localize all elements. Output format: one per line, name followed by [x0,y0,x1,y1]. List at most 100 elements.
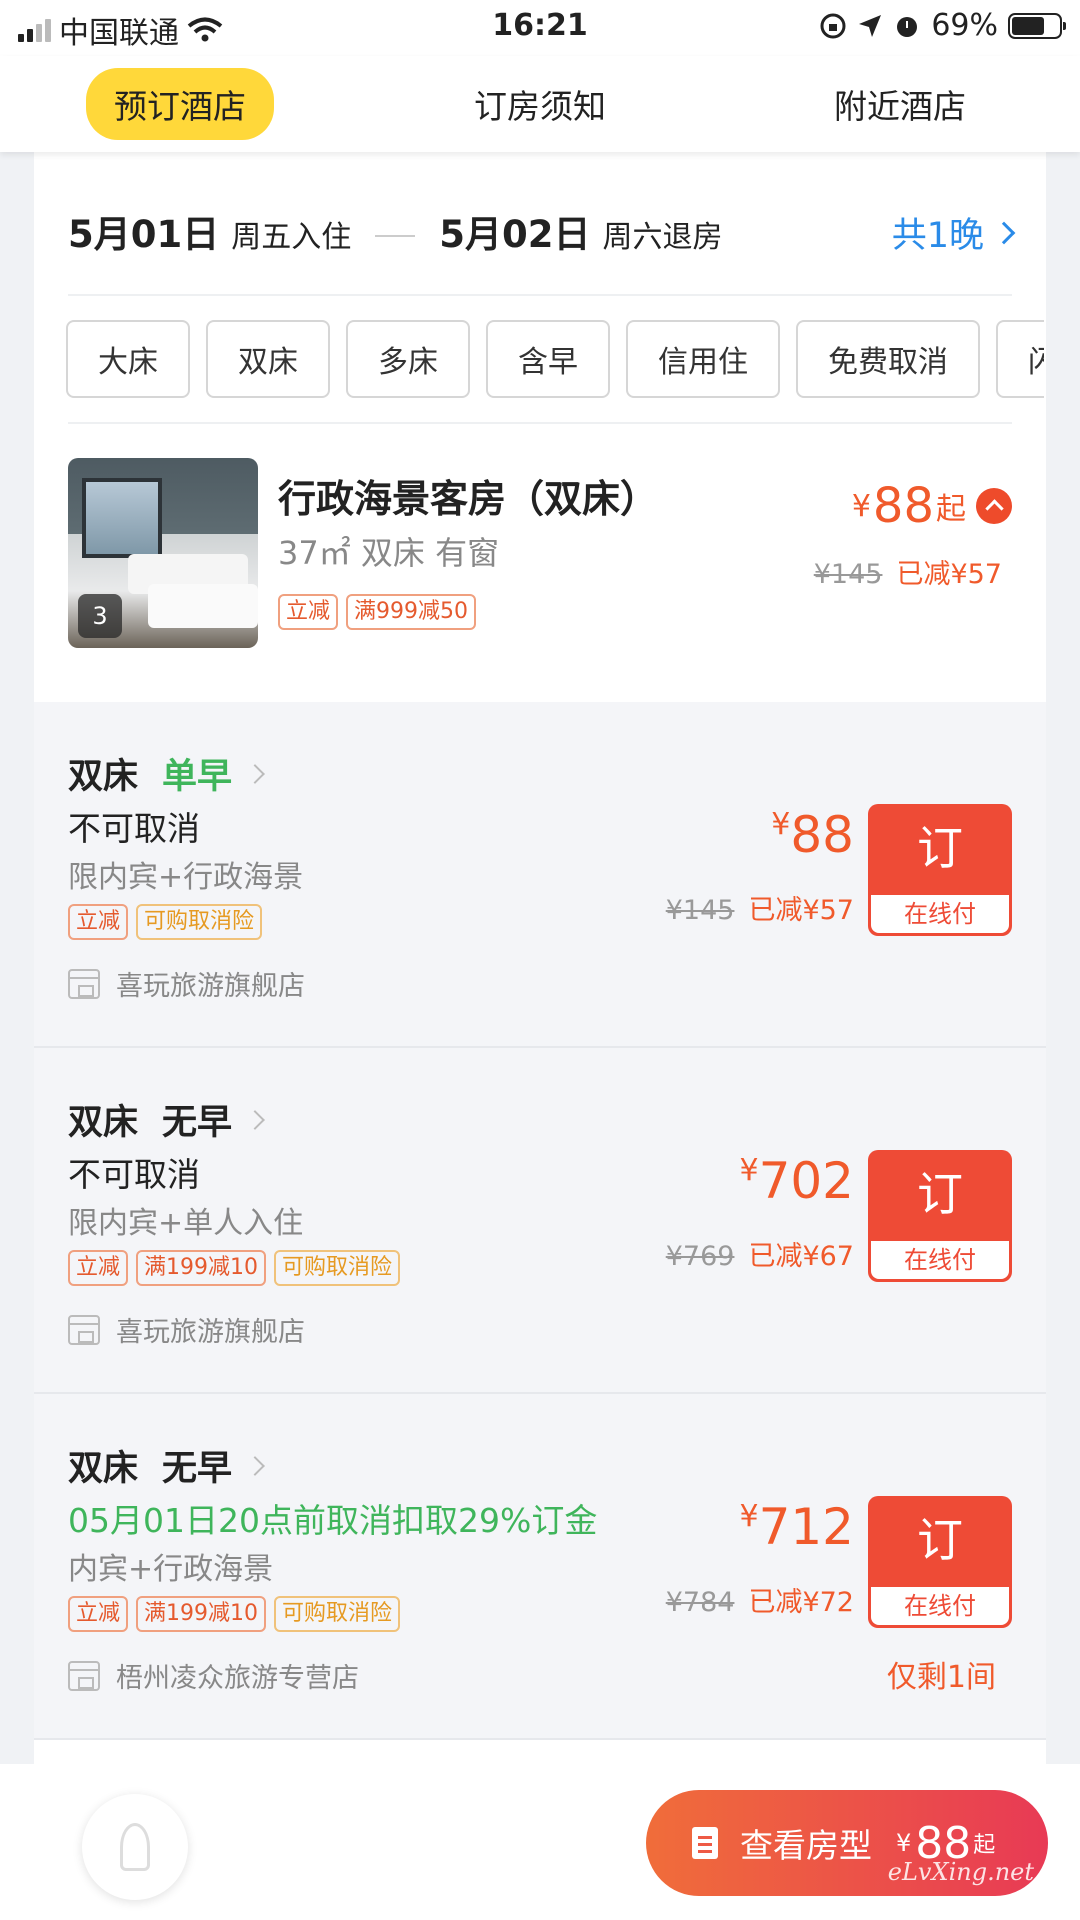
rooms-remaining: 仅剩1间 [886,1660,996,1695]
rate-tags: 立减 满199减10 可购取消险 [68,1250,401,1286]
tag-instant-discount: 立减 [68,1250,129,1286]
shop-icon [68,1660,100,1691]
price-value: 712 [758,1498,854,1556]
rate-tags: 立减 可购取消险 [68,904,263,940]
room-original-price: ¥145 已减¥57 [814,552,1002,591]
rate-list: 双床 单早 不可取消 限内宾+行政海景 立减 可购取消险 喜玩旅游旗舰店 ¥88… [34,702,1046,1740]
bed-type: 双床 [68,1449,139,1489]
cancel-policy: 不可取消 [68,809,200,848]
pay-label: 在线付 [871,1587,1009,1625]
tab-book-hotel[interactable]: 预订酒店 [0,68,360,140]
shop-info[interactable]: 梧州凌众旅游专营店 [68,1656,359,1695]
tab-nearby-hotels[interactable]: 附近酒店 [720,68,1080,140]
rotation-lock-icon [820,13,846,38]
chevron-right-icon [245,1109,265,1130]
bed-type: 双床 [68,1103,139,1143]
rocket-icon [120,1823,150,1871]
rate-title: 双床 无早 [68,1440,265,1491]
filter-flash[interactable]: 闪 [996,320,1044,398]
book-button[interactable]: 订 在线付 [868,1496,1012,1628]
meal-type: 无早 [162,1103,233,1143]
rate-row[interactable]: 双床 单早 不可取消 限内宾+行政海景 立减 可购取消险 喜玩旅游旗舰店 ¥88… [34,702,1046,1048]
checkin-date: 5月01日 [68,213,220,256]
shop-name: 喜玩旅游旗舰店 [116,971,305,1002]
strike-price: ¥784 [665,1587,735,1618]
rate-price: ¥712 [739,1498,854,1556]
status-bar: 中国联通 16:21 69% [0,0,1080,56]
book-label: 订 [917,1167,963,1221]
filter-multi-bed[interactable]: 多床 [346,320,470,398]
shop-info[interactable]: 喜玩旅游旗舰店 [68,964,305,1003]
currency-symbol: ¥ [771,807,791,842]
status-right: 69% [819,8,1066,43]
tag-insurance: 可购取消险 [274,1596,401,1632]
tag-instant-discount: 立减 [68,1596,129,1632]
pay-label: 在线付 [871,895,1009,933]
tag-coupon: 满999减50 [346,594,477,630]
checkout-date: 5月02日 [439,213,591,256]
date-selector[interactable]: 5月01日 周五入住 5月02日 周六退房 共1晚 [68,204,1016,258]
cancel-policy: 05月01日20点前取消扣取29%订金 [68,1501,598,1540]
currency-symbol: ¥ [739,1499,759,1534]
rate-original-price: ¥769 已减¥67 [666,1234,854,1273]
tab-label: 预订酒店 [86,68,274,140]
rate-title: 双床 无早 [68,1094,265,1145]
room-photo-window [82,478,162,558]
room-photo[interactable]: 3 [68,458,258,648]
rate-row[interactable]: 双床 无早 不可取消 限内宾+单人入住 立减 满199减10 可购取消险 喜玩旅… [34,1048,1046,1394]
book-label: 订 [917,821,963,875]
book-button[interactable]: 订 在线付 [868,804,1012,936]
room-photo-bed [148,584,258,628]
pay-label: 在线付 [871,1241,1009,1279]
tag-instant-discount: 立减 [278,594,339,630]
price-suffix: 起 [973,1833,996,1858]
strike-price: ¥145 [813,559,883,590]
restriction: 限内宾+单人入住 [68,1206,304,1241]
photo-count: 3 [78,594,122,638]
tag-insurance: 可购取消险 [136,904,263,940]
room-title: 行政海景客房（双床） [278,477,659,521]
nights-count[interactable]: 共1晚 [891,207,1016,258]
shop-info[interactable]: 喜玩旅游旗舰店 [68,1310,305,1349]
document-icon [692,1827,718,1859]
collapse-icon[interactable] [976,488,1012,524]
room-header[interactable]: 3 行政海景客房（双床） 37㎡ 双床 有窗 立减 满999减50 ¥ 88 起… [34,424,1046,700]
tag-instant-discount: 立减 [68,904,129,940]
cancel-policy: 不可取消 [68,1155,200,1194]
shop-icon [68,1314,100,1345]
book-label: 订 [917,1513,963,1567]
strike-price: ¥769 [665,1241,735,1272]
alarm-icon [897,16,918,37]
meal-type: 无早 [162,1449,233,1489]
filter-breakfast[interactable]: 含早 [486,320,610,398]
view-room-types-label: 查看房型 [740,1826,872,1865]
chevron-right-icon [245,1455,265,1476]
room-tags: 立减 满999减50 [278,594,477,630]
discount-amount: 已减¥72 [748,1587,854,1618]
rate-title: 双床 单早 [68,748,265,799]
strike-price: ¥145 [665,895,735,926]
discount-amount: 已减¥67 [748,1241,854,1272]
battery-fill [1012,16,1044,35]
rate-price: ¥702 [739,1152,854,1210]
nights-label: 共1晚 [891,216,984,256]
filter-twin-bed[interactable]: 双床 [206,320,330,398]
checkin-label: 周五入住 [231,220,352,255]
filter-king-bed[interactable]: 大床 [66,320,190,398]
currency-symbol: ¥ [739,1153,759,1188]
rate-row[interactable]: 双床 无早 05月01日20点前取消扣取29%订金 内宾+行政海景 立减 满19… [34,1394,1046,1740]
chevron-right-icon [992,221,1016,244]
filter-free-cancel[interactable]: 免费取消 [796,320,980,398]
meal-type: 单早 [162,757,233,797]
currency-symbol: ¥ [851,488,871,524]
view-room-types-button[interactable]: 查看房型 ¥ 88 起 eLvXing.net [646,1790,1048,1896]
tag-coupon: 满199减10 [136,1596,267,1632]
tab-label: 附近酒店 [834,87,966,126]
book-button[interactable]: 订 在线付 [868,1150,1012,1282]
currency-symbol: ¥ [896,1829,912,1857]
tab-booking-notice[interactable]: 订房须知 [360,68,720,140]
checkout-label: 周六退房 [602,220,723,255]
filter-credit-stay[interactable]: 信用住 [626,320,780,398]
discount-amount: 已减¥57 [896,559,1002,590]
back-to-top-button[interactable] [82,1794,188,1900]
